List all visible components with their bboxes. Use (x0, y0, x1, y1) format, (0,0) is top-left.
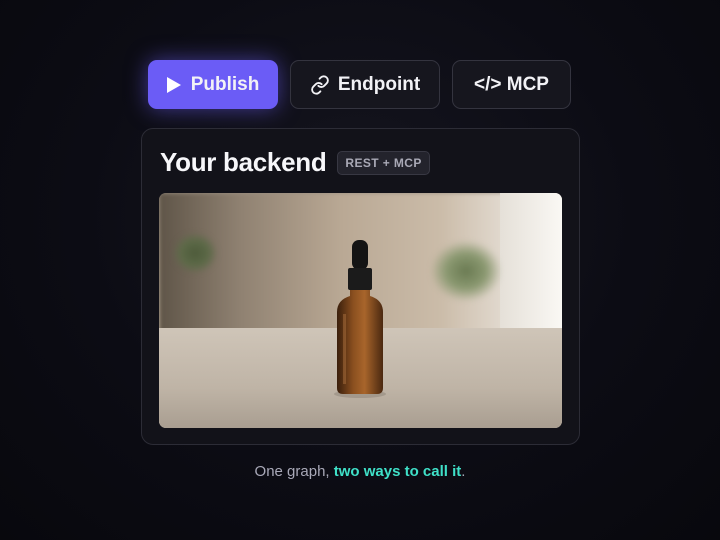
mcp-button[interactable]: </> MCP (452, 60, 571, 109)
publish-label: Publish (190, 73, 260, 95)
dropper-bottle-image (334, 240, 386, 398)
tagline-highlight: two ways to call it (333, 463, 462, 480)
mcp-label: </> MCP (474, 73, 549, 95)
protocol-badge: REST + MCP (337, 150, 430, 175)
card-header: Your backend REST + MCP (160, 147, 430, 178)
endpoint-button[interactable]: Endpoint (290, 60, 440, 109)
photo-plant-right (431, 241, 501, 301)
play-icon (166, 76, 181, 93)
action-toolbar: Publish Endpoint </> MCP (148, 60, 571, 109)
tagline-suffix: . (461, 463, 466, 480)
product-photo (159, 193, 562, 428)
tagline: One graph, two ways to call it. (0, 463, 720, 480)
tagline-prefix: One graph, (254, 463, 334, 480)
photo-plant-left (173, 233, 217, 273)
photo-window (500, 193, 562, 333)
card-title: Your backend (160, 147, 327, 177)
publish-button[interactable]: Publish (148, 60, 278, 109)
endpoint-label: Endpoint (337, 73, 421, 95)
backend-card: Your backend REST + MCP (141, 128, 580, 445)
link-icon (310, 74, 330, 95)
